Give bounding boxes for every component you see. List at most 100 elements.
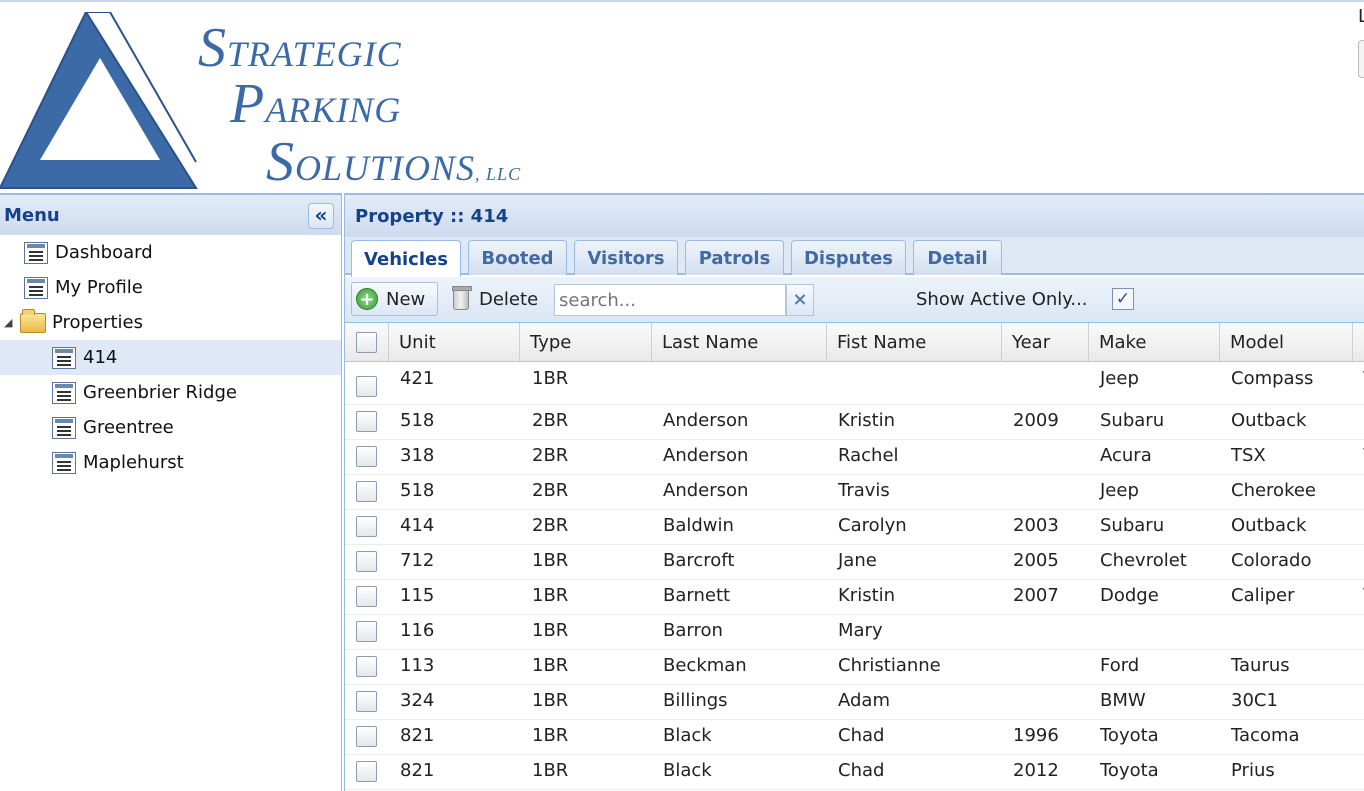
row-select-checkbox[interactable]: [356, 446, 377, 467]
tab-booted[interactable]: Booted: [468, 240, 567, 275]
table-row[interactable]: 4142BRBaldwinCarolyn2003SubaruOutbackF: [345, 510, 1364, 545]
row-select-checkbox[interactable]: [356, 516, 377, 537]
cell-last-name: Anderson: [663, 410, 749, 431]
logo-text-solutions: SOLUTIONS, LLC: [266, 131, 522, 193]
cell-year: 2005: [1013, 550, 1059, 571]
tab-disputes[interactable]: Disputes: [791, 240, 906, 275]
column-header-first-name[interactable]: Fist Name: [827, 323, 1002, 362]
column-header-make[interactable]: Make: [1089, 323, 1220, 362]
cell-first-name: Travis: [838, 480, 890, 501]
cell-make: Chevrolet: [1100, 550, 1187, 571]
row-select-checkbox[interactable]: [356, 586, 377, 607]
app-header: STRATEGIC PARKING SOLUTIONS, LLC L: [0, 0, 1364, 193]
row-select-checkbox[interactable]: [356, 376, 377, 397]
menu-panel: Menu « Dashboard My Profile ◢ Properties…: [0, 193, 342, 791]
table-row[interactable]: 821 1BR Black Chad 2012 Toyota Prius: [345, 755, 1364, 790]
cell-type: 1BR: [532, 725, 569, 746]
cell-first-name: Jane: [838, 550, 877, 571]
cell-type: 1BR: [532, 368, 569, 389]
tab-visitors[interactable]: Visitors: [574, 240, 678, 275]
tab-patrols[interactable]: Patrols: [685, 240, 784, 275]
menu-item-properties[interactable]: ◢ Properties: [0, 305, 341, 340]
table-row[interactable]: 116 1BR Barron Mary: [345, 615, 1364, 650]
cell-model: Colorado: [1231, 550, 1312, 571]
vehicles-grid: Unit Type Last Name Fist Name Year Make …: [345, 323, 1364, 791]
menu-item-414[interactable]: 414: [0, 340, 341, 375]
column-header-model[interactable]: Model: [1220, 323, 1353, 362]
header-corner-button[interactable]: [1358, 40, 1364, 78]
logo-text-parking: PARKING: [230, 73, 402, 135]
delete-button[interactable]: Delete: [452, 282, 553, 316]
row-select-checkbox[interactable]: [356, 481, 377, 502]
cell-model: Cherokee: [1231, 480, 1316, 501]
cell-last-name: Black: [663, 725, 712, 746]
show-active-only-checkbox[interactable]: ✓: [1112, 288, 1134, 310]
table-row[interactable]: 1131BRBeckmanChristianneFordTaurusS: [345, 650, 1364, 685]
table-row[interactable]: 5182BRAndersonTravisJeepCherokeeC: [345, 475, 1364, 510]
cell-year: 2009: [1013, 410, 1059, 431]
trash-icon: [452, 286, 472, 310]
cell-make: Ford: [1100, 655, 1140, 676]
cell-unit: 821: [400, 760, 435, 781]
cell-type: 1BR: [532, 655, 569, 676]
row-select-checkbox[interactable]: [356, 656, 377, 677]
cell-year: 2012: [1013, 760, 1059, 781]
cell-unit: 518: [400, 410, 435, 431]
menu-item-maplehurst[interactable]: Maplehurst: [0, 445, 341, 480]
cell-unit: 115: [400, 585, 435, 606]
cell-model: Compass: [1231, 368, 1314, 389]
row-select-checkbox[interactable]: [356, 621, 377, 642]
table-row[interactable]: 7121BRBarcroftJane2005ChevroletColoradoC: [345, 545, 1364, 580]
column-header-last-name[interactable]: Last Name: [652, 323, 827, 362]
cell-make: Acura: [1100, 445, 1152, 466]
row-select-checkbox[interactable]: [356, 761, 377, 782]
cell-unit: 821: [400, 725, 435, 746]
cell-make: Jeep: [1100, 368, 1139, 389]
column-header-year[interactable]: Year: [1002, 323, 1089, 362]
table-row[interactable]: 1151BRBarnettKristin2007DodgeCaliperV: [345, 580, 1364, 615]
table-row[interactable]: 4211BRJeepCompassV: [345, 362, 1364, 405]
row-select-checkbox[interactable]: [356, 411, 377, 432]
menu-item-greentree[interactable]: Greentree: [0, 410, 341, 445]
document-icon: [52, 381, 76, 404]
row-select-checkbox[interactable]: [356, 691, 377, 712]
column-header-unit[interactable]: Unit: [389, 323, 520, 362]
menu-item-my-profile[interactable]: My Profile: [0, 270, 341, 305]
cell-first-name: Carolyn: [838, 515, 907, 536]
cell-type: 2BR: [532, 515, 569, 536]
tab-detail[interactable]: Detail: [913, 240, 1002, 275]
search-input[interactable]: [554, 284, 786, 316]
column-header-type[interactable]: Type: [520, 323, 652, 362]
cell-make: BMW: [1100, 690, 1146, 711]
table-row[interactable]: 3241BRBillingsAdamBMW30C1S: [345, 685, 1364, 720]
cell-model: TSX: [1231, 445, 1266, 466]
menu-item-dashboard[interactable]: Dashboard: [0, 235, 341, 270]
cell-make: Jeep: [1100, 480, 1139, 501]
new-button[interactable]: + New: [351, 282, 438, 316]
table-row[interactable]: 8211BRBlackChad1996ToyotaTacomaF: [345, 720, 1364, 755]
expand-arrow-icon[interactable]: ◢: [4, 316, 16, 329]
table-row[interactable]: 5182BRAndersonKristin2009SubaruOutbackF: [345, 405, 1364, 440]
cell-model: Caliper: [1231, 585, 1295, 606]
cell-make: Dodge: [1100, 585, 1159, 606]
cell-last-name: Anderson: [663, 480, 749, 501]
cell-model: Outback: [1231, 515, 1307, 536]
cell-model: Outback: [1231, 410, 1307, 431]
cell-year: 2003: [1013, 515, 1059, 536]
collapse-menu-button[interactable]: «: [308, 203, 334, 229]
select-all-checkbox[interactable]: [356, 332, 377, 353]
cell-first-name: Christianne: [838, 655, 941, 676]
cell-last-name: Barron: [663, 620, 723, 641]
column-header-color[interactable]: C: [1353, 323, 1364, 362]
clear-search-button[interactable]: ×: [786, 284, 814, 316]
double-chevron-left-icon: «: [314, 203, 328, 227]
cell-unit: 712: [400, 550, 435, 571]
property-panel-header: Property :: 414: [345, 193, 1364, 237]
page-title: Property :: 414: [355, 206, 509, 227]
table-row[interactable]: 3182BRAndersonRachelAcuraTSXV: [345, 440, 1364, 475]
tab-vehicles[interactable]: Vehicles: [351, 240, 461, 277]
cell-year: 2007: [1013, 585, 1059, 606]
row-select-checkbox[interactable]: [356, 551, 377, 572]
row-select-checkbox[interactable]: [356, 726, 377, 747]
menu-item-greenbrier-ridge[interactable]: Greenbrier Ridge: [0, 375, 341, 410]
